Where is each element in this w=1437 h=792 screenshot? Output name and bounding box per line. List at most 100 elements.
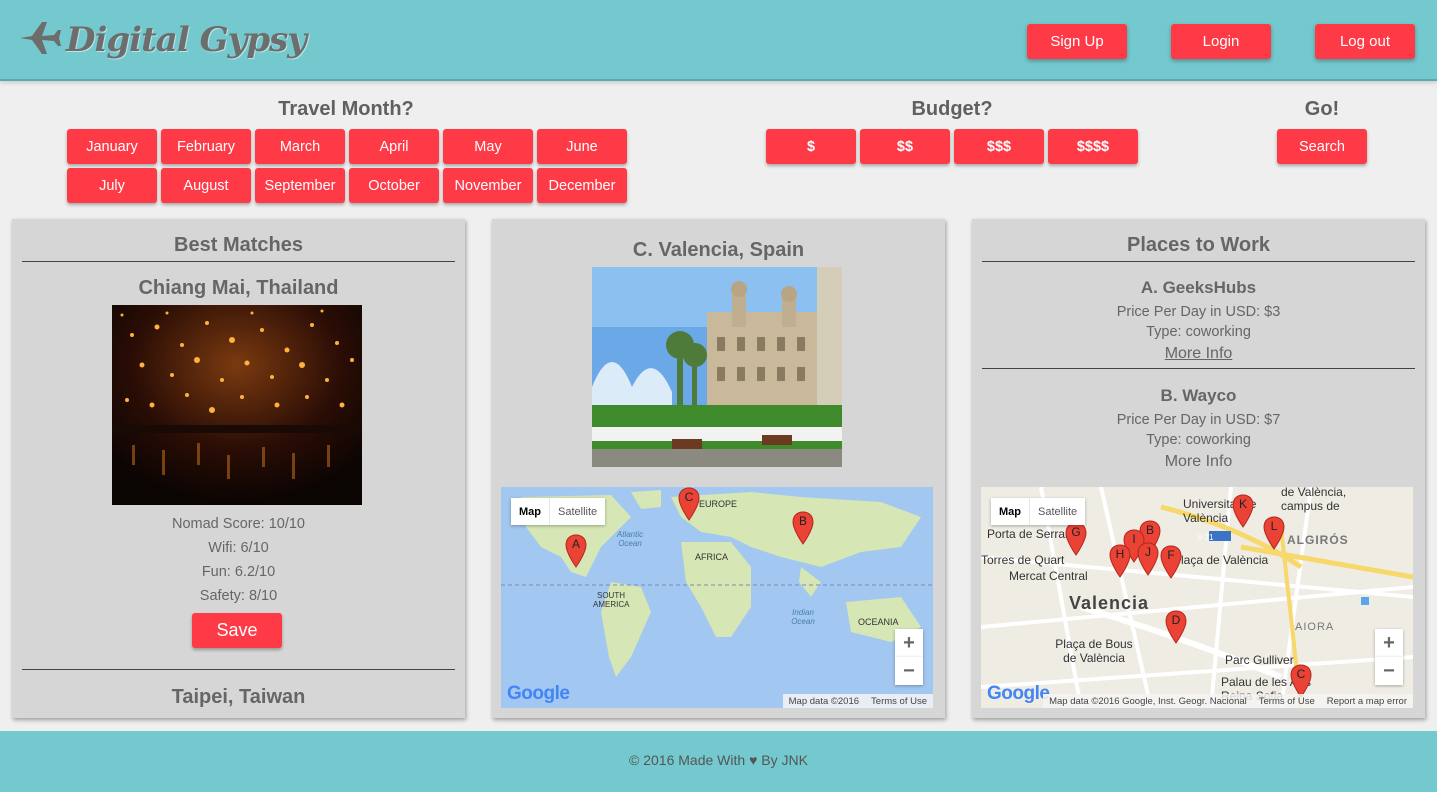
login-button[interactable]: Login	[1171, 24, 1271, 59]
match-city-name: Chiang Mai, Thailand	[138, 277, 339, 299]
map-label-atlantic: Atlantic Ocean	[616, 530, 644, 548]
budget-button-1[interactable]: $	[766, 129, 856, 164]
zoom-out-button[interactable]: −	[1375, 657, 1403, 685]
map-label-oceania: OCEANIA	[858, 617, 899, 627]
month-button-january[interactable]: January	[67, 129, 157, 164]
google-logo: Google	[507, 683, 570, 705]
places-title: Places to Work	[1126, 234, 1271, 256]
terms-link[interactable]: Terms of Use	[1253, 696, 1321, 707]
zoom-in-button[interactable]: +	[1375, 629, 1403, 657]
best-matches-title: Best Matches	[174, 234, 303, 256]
map-marker-k[interactable]: K	[1232, 494, 1254, 528]
zoom-out-button[interactable]: −	[895, 657, 923, 685]
map-marker-c[interactable]: C	[678, 487, 700, 521]
map-label-south-america: SOUTH AMERICA	[593, 591, 630, 609]
google-logo-text: Google	[507, 683, 570, 704]
world-map[interactable]: EUROPE AFRICA SOUTH AMERICA OCEANIA Atla…	[501, 487, 933, 708]
month-button-july[interactable]: July	[67, 168, 157, 203]
footer: © 2016 Made With ♥ By JNK	[0, 731, 1437, 792]
budget-button-4[interactable]: $$$$	[1048, 129, 1138, 164]
airplane-icon	[16, 14, 62, 65]
map-marker-label: B	[798, 514, 807, 528]
month-button-december[interactable]: December	[537, 168, 627, 203]
map-label-europe: EUROPE	[699, 499, 738, 509]
month-button-may[interactable]: May	[443, 129, 533, 164]
place-price: Price Per Day in USD: $3	[1116, 304, 1281, 320]
divider	[982, 368, 1415, 369]
map-type-satellite-button[interactable]: Satellite	[1030, 498, 1085, 525]
more-info-link[interactable]: More Info	[972, 453, 1425, 471]
map-label-campus: de València, campus de	[1281, 487, 1347, 513]
logout-button[interactable]: Log out	[1315, 24, 1415, 59]
map-marker-label: H	[1115, 547, 1125, 561]
map-marker-label: F	[1167, 548, 1175, 562]
map-marker-g[interactable]: G	[1065, 522, 1087, 556]
map-marker-b[interactable]: B	[792, 511, 814, 545]
divider	[22, 669, 455, 670]
map-marker-label: J	[1145, 545, 1151, 559]
map-type-map-button[interactable]: Map	[991, 498, 1030, 525]
map-marker-label: L	[1270, 519, 1278, 533]
logo-text: Digital Gypsy	[66, 19, 307, 60]
map-marker-label: K	[1238, 497, 1247, 511]
budget-title: Budget?	[911, 98, 993, 120]
month-button-april[interactable]: April	[349, 129, 439, 164]
map-marker-d[interactable]: D	[1165, 610, 1187, 644]
map-type-map-button[interactable]: Map	[511, 498, 550, 525]
map-marker-a[interactable]: A	[565, 534, 587, 568]
map-marker-label: A	[571, 537, 580, 551]
wifi-score: Wifi: 6/10	[208, 540, 269, 556]
safety-score: Safety: 8/10	[199, 588, 278, 604]
map-type-satellite-button[interactable]: Satellite	[550, 498, 605, 525]
month-button-october[interactable]: October	[349, 168, 439, 203]
budget-button-3[interactable]: $$$	[954, 129, 1044, 164]
map-marker-j[interactable]: J	[1137, 542, 1159, 576]
map-label-aiora: AIORA	[1295, 621, 1335, 633]
place-type: Type: coworking	[1146, 324, 1251, 340]
map-label-placa: Plaça de València	[1173, 553, 1269, 567]
search-button[interactable]: Search	[1277, 129, 1367, 164]
month-button-november[interactable]: November	[443, 168, 533, 203]
signup-button[interactable]: Sign Up	[1027, 24, 1127, 59]
month-button-march[interactable]: March	[255, 129, 345, 164]
month-button-august[interactable]: August	[161, 168, 251, 203]
month-button-february[interactable]: February	[161, 129, 251, 164]
month-button-september[interactable]: September	[255, 168, 345, 203]
city-map[interactable]: V-21 Universitat de València de València…	[981, 487, 1413, 708]
map-marker-label: C	[1296, 667, 1306, 681]
terms-link[interactable]: Terms of Use	[865, 696, 933, 707]
more-info-link[interactable]: More Info	[972, 345, 1425, 363]
map-label-indian: Indian Ocean	[791, 608, 815, 626]
month-button-june[interactable]: June	[537, 129, 627, 164]
map-marker-c[interactable]: C	[1290, 664, 1312, 698]
save-button[interactable]: Save	[192, 613, 282, 648]
map-attribution: Map data ©2016 Terms of Use	[782, 694, 933, 708]
map-type-control: Map Satellite	[511, 498, 606, 525]
map-marker-f[interactable]: F	[1160, 545, 1182, 579]
divider	[982, 261, 1415, 262]
map-data-text: Map data ©2016 Google, Inst. Geogr. Naci…	[1049, 695, 1247, 707]
place-price: Price Per Day in USD: $7	[1116, 412, 1281, 428]
travel-month-title: Travel Month?	[278, 98, 414, 120]
places-to-work-panel: Places to Work A. GeeksHubs Price Per Da…	[972, 219, 1425, 718]
city-title: C. Valencia, Spain	[632, 239, 805, 261]
zoom-in-button[interactable]: +	[895, 629, 923, 657]
nomad-score: Nomad Score: 10/10	[172, 516, 305, 532]
map-marker-l[interactable]: L	[1263, 516, 1285, 550]
place-name: B. Wayco	[1160, 386, 1237, 405]
logo[interactable]: Digital Gypsy	[16, 14, 307, 65]
google-logo: Google	[987, 683, 1050, 705]
best-matches-panel: Best Matches Chiang Mai, Thailand Nomad …	[12, 219, 465, 718]
city-photo-valencia	[592, 267, 842, 467]
map-marker-h[interactable]: H	[1109, 544, 1131, 578]
report-error-link[interactable]: Report a map error	[1321, 696, 1413, 707]
budget-button-2[interactable]: $$	[860, 129, 950, 164]
fun-score: Fun: 6.2/10	[201, 564, 276, 580]
map-label-torres-de-quart: Torres de Quart	[981, 553, 1065, 567]
place-type: Type: coworking	[1146, 432, 1251, 448]
map-label-placa-de-bous: Plaça de Bous de València	[1055, 637, 1133, 665]
divider	[22, 261, 455, 262]
place-name: A. GeeksHubs	[1140, 278, 1257, 297]
city-detail-panel: C. Valencia, Spain EUROPE AFRICA SOUTH A…	[492, 219, 945, 718]
map-label-africa: AFRICA	[695, 552, 729, 562]
